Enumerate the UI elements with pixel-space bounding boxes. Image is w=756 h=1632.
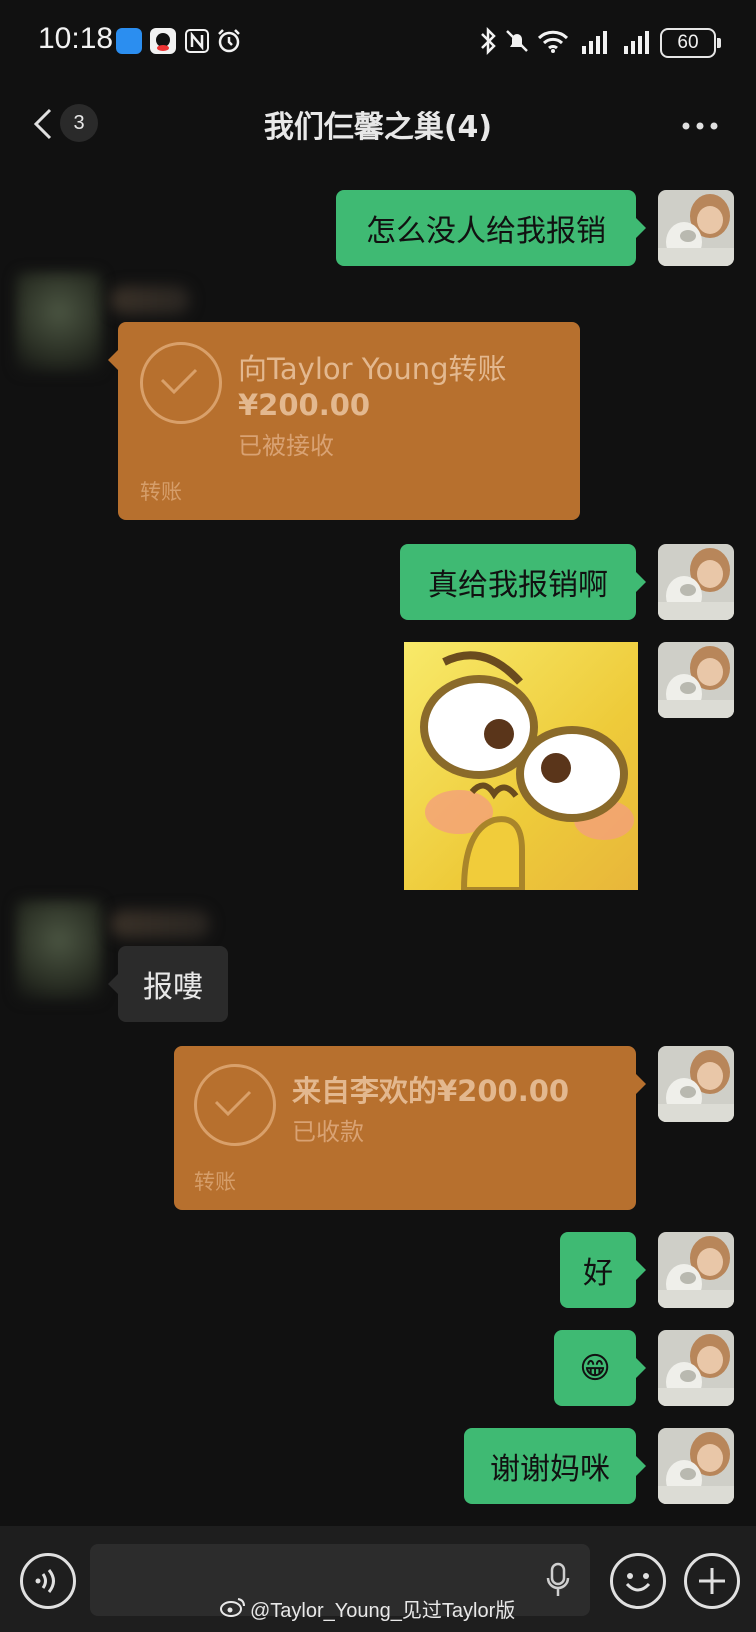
transfer-status: 已被接收 (238, 432, 334, 460)
transfer-amount: ¥200.00 (238, 388, 371, 422)
voice-mode-button[interactable] (20, 1553, 76, 1609)
bubble-tail (636, 1358, 646, 1378)
check-circle-icon (140, 342, 222, 424)
alarm-icon (216, 28, 242, 54)
self-avatar[interactable] (658, 642, 734, 718)
message-bubble-received[interactable]: 报嘍 (118, 946, 228, 1022)
add-more-button[interactable] (684, 1553, 740, 1609)
voice-icon (35, 1569, 55, 1593)
plus-icon (699, 1568, 725, 1594)
self-avatar[interactable] (658, 1046, 734, 1122)
qq-icon (150, 28, 176, 54)
bubble-tail (108, 350, 118, 370)
mute-bell-icon (504, 28, 530, 58)
emoji-button[interactable] (610, 1553, 666, 1609)
more-button[interactable] (680, 116, 720, 130)
self-avatar[interactable] (658, 544, 734, 620)
emoji-sticker-image[interactable] (404, 642, 638, 890)
self-avatar[interactable] (658, 1428, 734, 1504)
smiley-icon (625, 1573, 651, 1592)
transfer-status: 已收款 (292, 1118, 364, 1146)
self-avatar[interactable] (658, 1232, 734, 1308)
status-time: 10:18 (38, 22, 114, 55)
contact-name-blurred (110, 286, 190, 314)
chat-title: 我们仨馨之巢(4) (263, 110, 493, 145)
message-app-icon (116, 28, 142, 54)
battery-indicator: 60 (660, 28, 721, 58)
bubble-tail (636, 1260, 646, 1280)
transfer-footer: 转账 (194, 1170, 236, 1194)
contact-avatar-blurred[interactable] (16, 272, 102, 372)
check-circle-icon (194, 1064, 276, 1146)
message-bubble-sent[interactable]: 怎么没人给我报销 (336, 190, 636, 266)
transfer-title: 来自李欢的¥200.00 (292, 1074, 570, 1108)
bluetooth-icon (478, 26, 498, 60)
self-avatar[interactable] (658, 1330, 734, 1406)
bubble-tail (108, 974, 118, 994)
contact-avatar-blurred[interactable] (16, 900, 102, 1000)
bubble-tail (636, 1074, 646, 1094)
message-bubble-sent[interactable]: 谢谢妈咪 (464, 1428, 636, 1504)
bubble-tail (636, 572, 646, 592)
transfer-title: 向Taylor Young转账 (238, 352, 507, 386)
self-avatar[interactable] (658, 190, 734, 266)
contact-name-blurred (110, 910, 210, 938)
bubble-tail (636, 1456, 646, 1476)
signal-icon-2 (624, 28, 656, 58)
message-bubble-sent[interactable]: 好 (560, 1232, 636, 1308)
message-bubble-sent[interactable]: 😁 (554, 1330, 636, 1406)
message-bubble-sent[interactable]: 真给我报销啊 (400, 544, 636, 620)
transfer-card-received[interactable]: 来自李欢的¥200.00 已收款 转账 (174, 1046, 636, 1210)
weibo-icon (220, 1596, 246, 1622)
bubble-tail (636, 218, 646, 238)
wifi-icon (536, 26, 570, 58)
more-dots-icon (682, 122, 718, 130)
nfc-icon (184, 28, 210, 54)
transfer-card-sent[interactable]: 向Taylor Young转账 ¥200.00 已被接收 转账 (118, 322, 580, 520)
watermark-text: @Taylor_Young_见过Taylor版 (250, 1600, 516, 1622)
transfer-footer: 转账 (140, 480, 182, 504)
signal-icon-1 (582, 28, 614, 58)
microphone-icon[interactable] (546, 1562, 570, 1602)
